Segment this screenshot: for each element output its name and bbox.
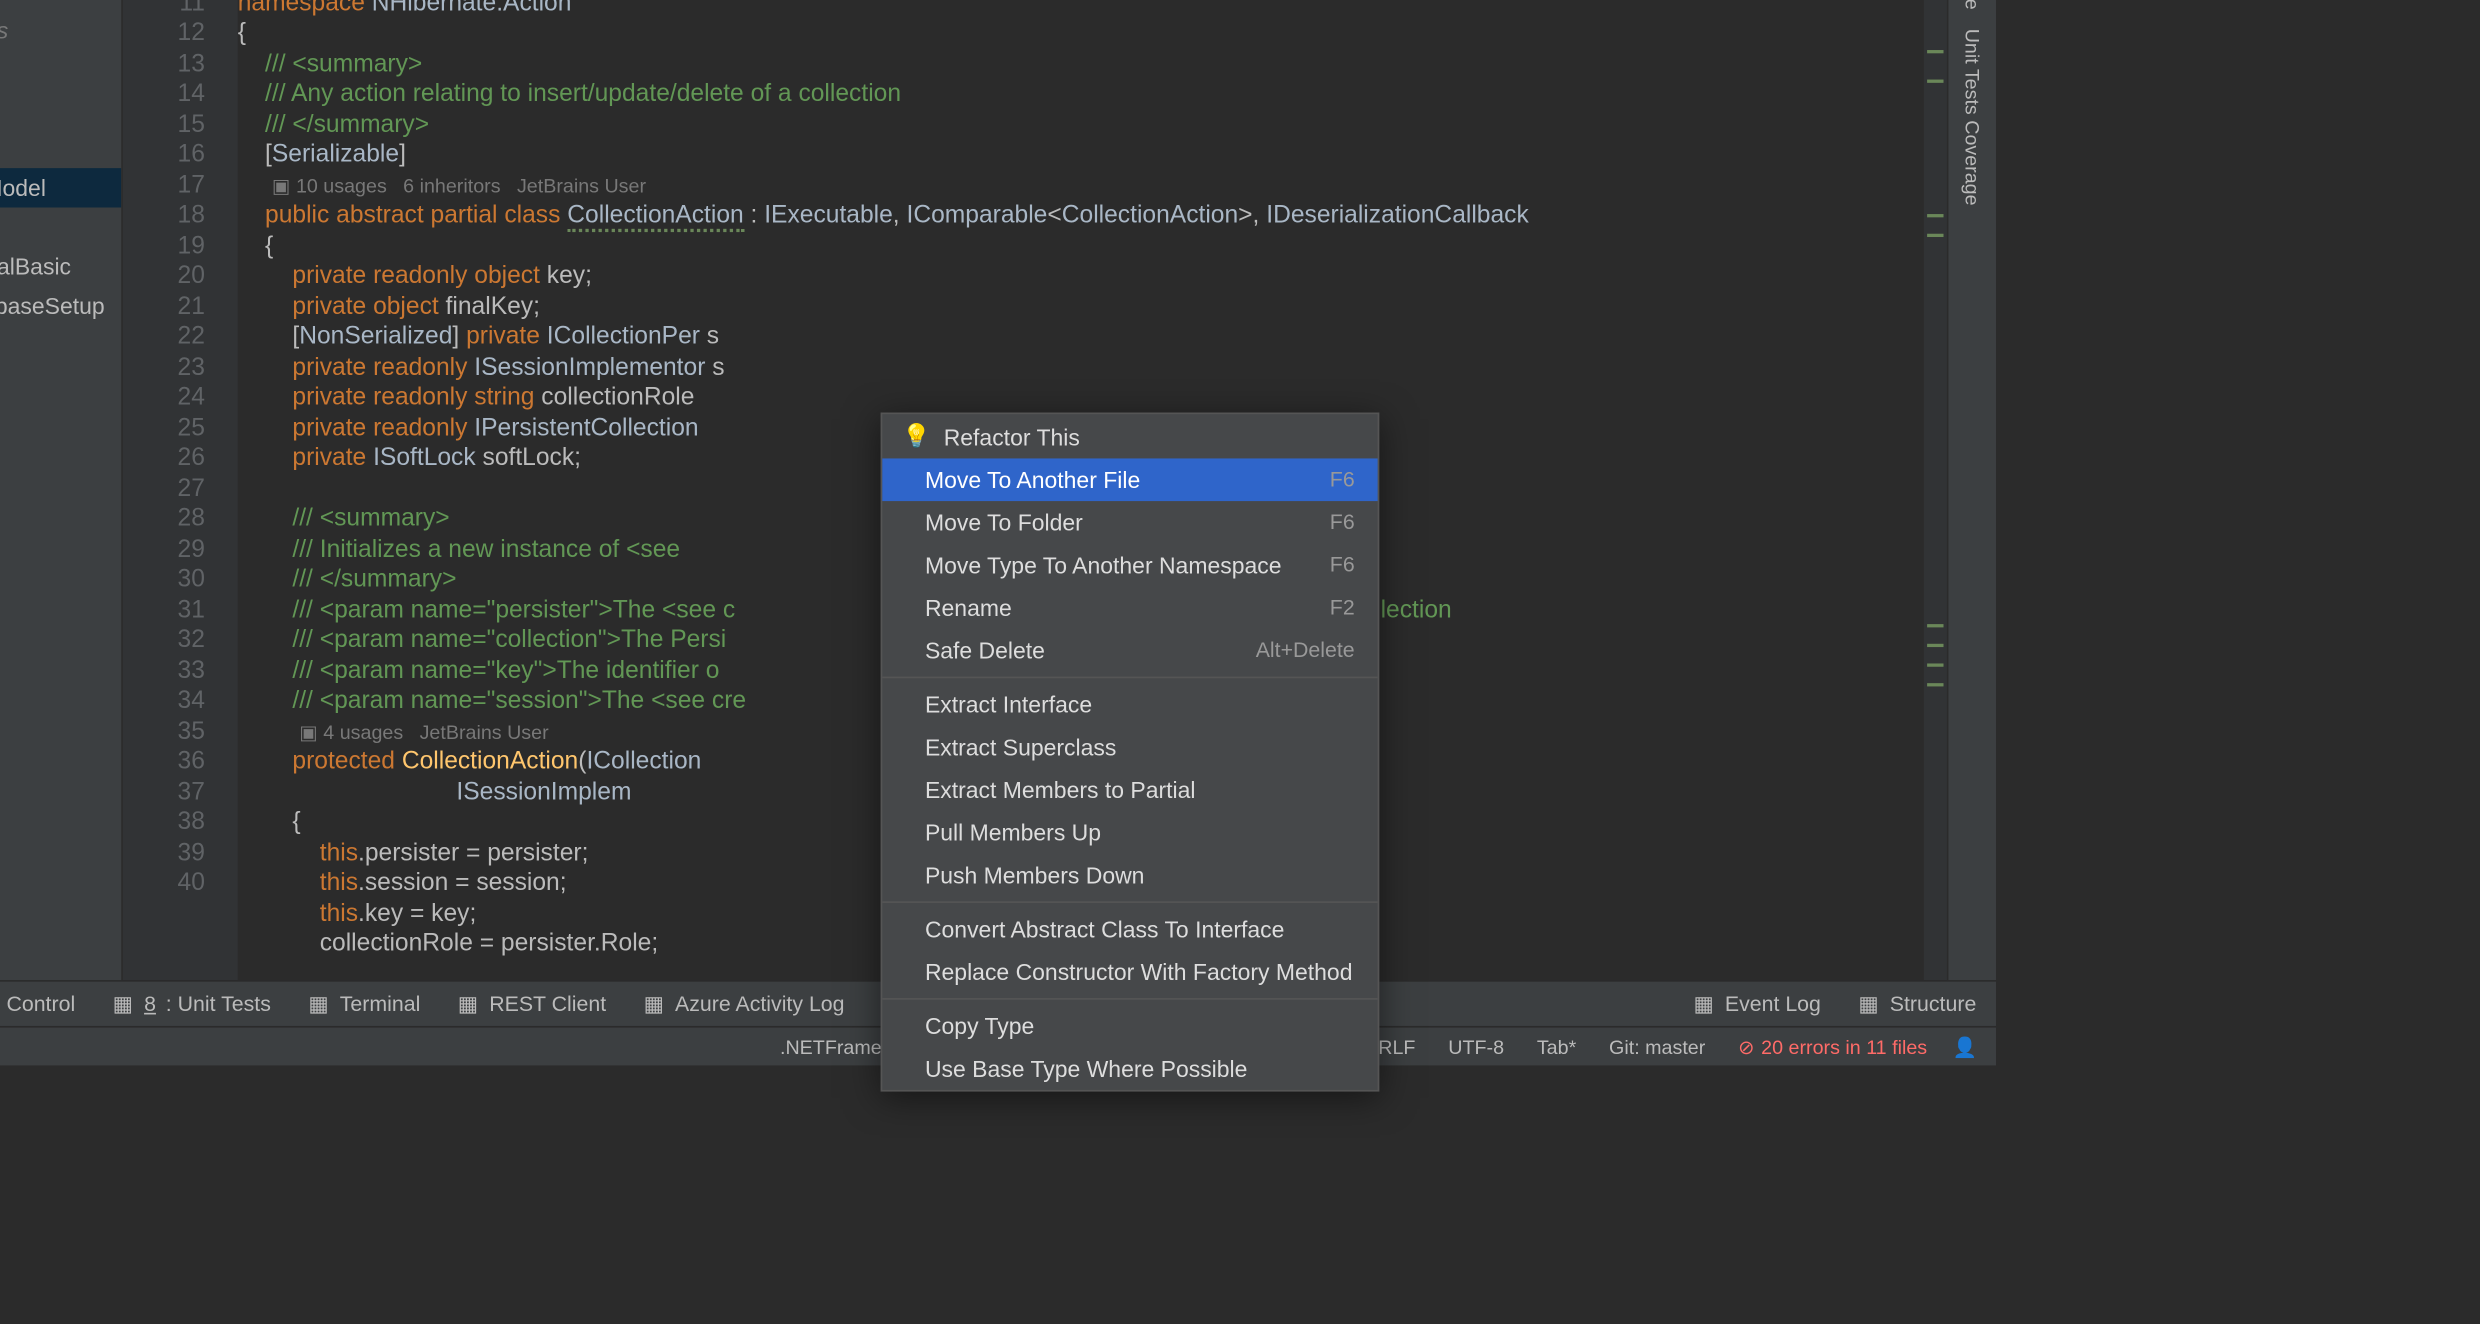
rest-icon: ▦ [456, 992, 479, 1015]
tree-item[interactable]: ▶Scratches and Consoles [0, 444, 121, 483]
bottom-tool-terminal[interactable]: ▦Terminal [307, 992, 420, 1017]
tree-label: NHibernate.TestDatabaseSetup [0, 293, 105, 319]
line-number: 40 [123, 868, 205, 898]
tree-item[interactable]: ▼NHibernate.Everything · 7 projects [0, 11, 121, 50]
bulb-icon: 💡 [902, 422, 931, 450]
tree-item[interactable]: ▶NHibernate.Example.Web [0, 404, 121, 443]
tree-item[interactable]: ▶NHibernate [0, 129, 121, 168]
ctx-item[interactable]: Safe DeleteAlt+Delete [882, 629, 1377, 672]
line-number: 18 [123, 201, 205, 231]
inspector-icon[interactable]: 👤 [1953, 1035, 1976, 1058]
line-number: 39 [123, 838, 205, 868]
line-number: 20 [123, 262, 205, 292]
error-stripe[interactable] [1924, 0, 1947, 980]
ctx-separator [882, 901, 1377, 903]
status-errors[interactable]: ⊘20 errors in 11 files [1738, 1035, 1927, 1058]
tree-item[interactable]: ▶NHibernate.DomainModel [0, 168, 121, 207]
line-number: 35 [123, 717, 205, 747]
azure-icon: ▦ [642, 992, 665, 1015]
line-number: 29 [123, 535, 205, 565]
tree-item[interactable]: ▼Core · 5 projects [0, 89, 121, 128]
line-number: 12 [123, 19, 205, 49]
tree-item[interactable]: ▶NHibernate.TestDatabaseSetup [0, 286, 121, 325]
ctx-item[interactable]: Move To FolderF6 [882, 501, 1377, 544]
bottom-tool-unittests[interactable]: ▦8: Unit Tests [111, 992, 271, 1017]
ctx-separator [882, 998, 1377, 1000]
line-number: 16 [123, 140, 205, 170]
solution-explorer: ▦ Solution ▾ ⊕ ⇅ ⚙ ─ ⟳ ⬓ ⬒ ▢ ▼NHibernate… [0, 0, 123, 980]
status-branch[interactable]: Git: master [1609, 1035, 1705, 1058]
line-number: 15 [123, 110, 205, 140]
line-number: 17 [123, 171, 205, 201]
terminal-icon: ▦ [307, 992, 330, 1015]
tree-item[interactable]: ▶Tools · 1 project [0, 326, 121, 365]
line-number: 14 [123, 80, 205, 110]
ctx-item[interactable]: Convert Abstract Class To Interface [882, 908, 1377, 951]
tree-suffix: · 7 projects [0, 17, 8, 43]
line-number: 37 [123, 777, 205, 807]
tree-item[interactable]: ▶NHibernate.Test.VisualBasic [0, 247, 121, 286]
status-indent[interactable]: Tab* [1537, 1035, 1576, 1058]
line-number: 30 [123, 565, 205, 595]
line-number: 33 [123, 656, 205, 686]
ctx-item[interactable]: Use Base Type Where Possible [882, 1047, 1377, 1090]
event-icon: ▦ [1692, 992, 1715, 1015]
ctx-item[interactable]: Move Type To Another NamespaceF6 [882, 544, 1377, 587]
line-number: 34 [123, 686, 205, 716]
line-number: 22 [123, 322, 205, 352]
bottom-tool-restclient[interactable]: ▦REST Client [456, 992, 606, 1017]
line-number: 27 [123, 474, 205, 504]
line-number: 23 [123, 353, 205, 383]
tree-item[interactable]: ▶NHibernate.Test [0, 207, 121, 246]
line-number: 25 [123, 413, 205, 443]
ctx-item[interactable]: RenameF2 [882, 586, 1377, 629]
right-strip-database[interactable]: Database [1961, 0, 1984, 19]
line-number: 28 [123, 504, 205, 534]
status-encoding[interactable]: UTF-8 [1448, 1035, 1504, 1058]
ctx-item[interactable]: Extract Interface [882, 683, 1377, 726]
bottom-tool-eventlog[interactable]: ▦Event Log [1692, 992, 1821, 1017]
line-number: 26 [123, 444, 205, 474]
line-number: 21 [123, 292, 205, 322]
ctx-item[interactable]: Move To Another FileF6 [882, 458, 1377, 501]
right-strip-unittestscoverage[interactable]: Unit Tests Coverage [1961, 19, 1984, 216]
bottom-tool-versioncontrol[interactable]: ▦9: Version Control [0, 992, 75, 1017]
ctx-item[interactable]: Extract Members to Partial [882, 768, 1377, 811]
line-number: 32 [123, 626, 205, 656]
line-number: 36 [123, 747, 205, 777]
tree-item[interactable]: ▼Projects · 6 projects [0, 50, 121, 89]
tree-label: NHibernate.DomainModel [0, 175, 46, 201]
line-number: 19 [123, 231, 205, 261]
solution-tree[interactable]: ▼NHibernate.Everything · 7 projects▼Proj… [0, 4, 121, 980]
bottom-tool-azureactivitylog[interactable]: ▦Azure Activity Log [642, 992, 844, 1017]
tests-icon: ▦ [111, 992, 134, 1015]
right-tool-strip: DatabaseUnit Tests Coverage [1947, 0, 1996, 980]
ctx-header: 💡Refactor This [882, 414, 1377, 458]
ctx-item[interactable]: Extract Superclass [882, 726, 1377, 769]
tree-item[interactable]: ▶Support [0, 365, 121, 404]
ctx-separator [882, 677, 1377, 679]
ctx-item[interactable]: Copy Type [882, 1005, 1377, 1048]
bottom-tool-structure[interactable]: ▦Structure [1857, 992, 1976, 1017]
struct-icon: ▦ [1857, 992, 1880, 1015]
ctx-item[interactable]: Pull Members Up [882, 811, 1377, 854]
tree-label: NHibernate.Test.VisualBasic [0, 253, 71, 279]
ctx-item[interactable]: Replace Constructor With Factory Method [882, 951, 1377, 994]
ctx-item[interactable]: Push Members Down [882, 854, 1377, 897]
line-number: 24 [123, 383, 205, 413]
line-number: 31 [123, 595, 205, 625]
line-number: 11 [123, 0, 205, 19]
line-number: 38 [123, 808, 205, 838]
line-gutter: 1111213141516171819202122232425262728293… [123, 0, 238, 980]
refactor-context-menu[interactable]: 💡Refactor ThisMove To Another FileF6Move… [881, 413, 1380, 1092]
line-number: 13 [123, 49, 205, 79]
